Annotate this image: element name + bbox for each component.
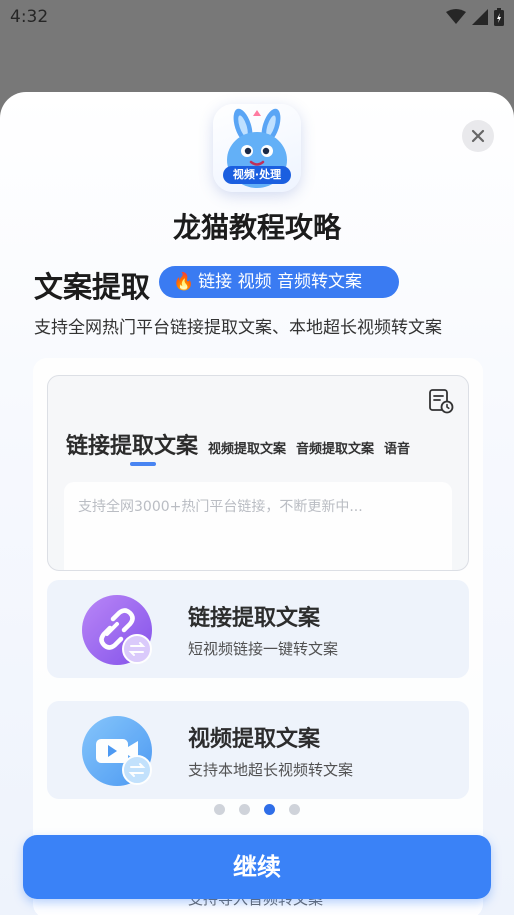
- section-title: 文案提取: [34, 270, 151, 304]
- link-icon: [82, 595, 152, 665]
- input-placeholder: 支持全网3000+热门平台链接，不断更新中...: [78, 499, 363, 515]
- page-dot[interactable]: [239, 804, 250, 815]
- app-preview: 链接提取文案 视频提取文案 音频提取文案 语音 支持全网3000+热门平台链接，…: [47, 375, 469, 571]
- status-time: 4:32: [10, 7, 49, 27]
- page-dot-active[interactable]: [264, 804, 275, 815]
- carousel-pagination: [0, 804, 514, 815]
- feature-tag: 🔥 链接 视频 音频转文案: [159, 266, 399, 298]
- history-document-icon: [429, 389, 454, 414]
- fire-icon: 🔥: [173, 272, 195, 292]
- feature-tag-label: 链接 视频 音频转文案: [198, 272, 362, 292]
- feature-item-video: 视频提取文案 支持本地超长视频转文案: [47, 701, 469, 799]
- video-icon: [82, 716, 152, 786]
- onboarding-sheet: 视频·处理 龙猫教程攻略 文案提取 🔥 链接 视频 音频转文案 支持全网热门平台链…: [0, 92, 514, 915]
- tab-link-extract: 链接提取文案: [66, 428, 198, 466]
- preview-tabs: 链接提取文案 视频提取文案 音频提取文案 语音: [66, 428, 411, 466]
- wifi-icon: [446, 9, 466, 24]
- page-dot[interactable]: [289, 804, 300, 815]
- continue-button[interactable]: 继续: [23, 835, 491, 899]
- feature-item-link: 链接提取文案 短视频链接一键转文案: [47, 580, 469, 678]
- status-icons: [446, 8, 504, 26]
- signal-icon: [472, 9, 488, 25]
- status-bar: 4:32: [0, 0, 514, 36]
- feature-title: 链接提取文案: [188, 606, 321, 631]
- app-title: 龙猫教程攻略: [172, 211, 341, 244]
- page-dot[interactable]: [214, 804, 225, 815]
- feature-desc: 支持本地超长视频转文案: [188, 761, 354, 779]
- app-logo: 视频·处理: [213, 104, 301, 192]
- preview-link-input: 支持全网3000+热门平台链接，不断更新中...: [64, 482, 452, 570]
- feature-desc: 短视频链接一键转文案: [188, 640, 339, 658]
- tab-video-extract: 视频提取文案: [208, 442, 287, 457]
- tab-voice: 语音: [384, 442, 411, 457]
- feature-title: 视频提取文案: [188, 727, 321, 752]
- close-icon: [471, 129, 485, 143]
- section-subtitle: 支持全网热门平台链接提取文案、本地超长视频转文案: [34, 318, 442, 338]
- close-button[interactable]: [462, 120, 494, 152]
- feature-carousel[interactable]: 链接提取文案 视频提取文案 音频提取文案 语音 支持全网3000+热门平台链接，…: [33, 358, 483, 915]
- tab-audio-extract: 音频提取文案: [296, 442, 375, 457]
- app-icon-badge: 视频·处理: [223, 166, 291, 184]
- battery-icon: [494, 8, 504, 26]
